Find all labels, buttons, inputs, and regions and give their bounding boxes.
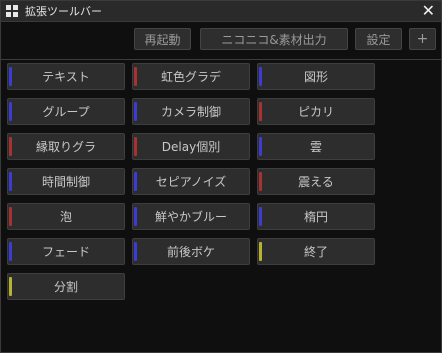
effect-button[interactable]: ピカリ (257, 98, 375, 125)
effect-button-label: 震える (298, 175, 334, 189)
color-indicator (9, 207, 12, 226)
color-indicator (9, 242, 12, 261)
effect-button-label: カメラ制御 (160, 105, 221, 119)
color-indicator (259, 207, 262, 226)
effect-button[interactable]: Delay個別 (132, 133, 250, 160)
add-button[interactable]: + (409, 28, 436, 50)
effect-button-label: 終了 (303, 245, 328, 259)
effect-button[interactable]: 終了 (257, 238, 375, 265)
restart-button[interactable]: 再起動 (134, 28, 191, 50)
effect-button-label: 楕円 (303, 210, 328, 224)
color-indicator (259, 172, 262, 191)
effect-button-label: テキスト (42, 70, 90, 84)
effect-button[interactable]: 雲 (257, 133, 375, 160)
effect-button[interactable]: セピアノイズ (132, 168, 250, 195)
effect-button[interactable]: カメラ制御 (132, 98, 250, 125)
effect-button-label: ピカリ (297, 105, 334, 119)
color-indicator (134, 242, 137, 261)
close-icon[interactable]: ✕ (422, 2, 435, 20)
effect-button-label: 分割 (53, 280, 78, 294)
effect-button-label: 前後ボケ (166, 245, 215, 259)
effect-button-label: 雲 (309, 140, 322, 154)
color-indicator (259, 102, 262, 121)
effect-button-label: 鮮やかブルー (154, 210, 227, 224)
color-indicator (134, 172, 137, 191)
effect-button[interactable]: 分割 (7, 273, 125, 300)
effect-button-label: グループ (42, 105, 90, 119)
color-indicator (9, 137, 12, 156)
effect-button-label: セピアノイズ (155, 175, 227, 189)
title-bar[interactable]: 拡張ツールバー ✕ (1, 1, 441, 22)
effect-button[interactable]: 泡 (7, 203, 125, 230)
color-indicator (134, 207, 137, 226)
effect-button[interactable]: 震える (257, 168, 375, 195)
effect-button-label: 時間制御 (41, 175, 90, 189)
settings-button[interactable]: 設定 (355, 28, 402, 50)
effect-button[interactable]: 楕円 (257, 203, 375, 230)
color-indicator (259, 242, 262, 261)
app-grid-icon (6, 5, 18, 17)
effect-button-label: 図形 (303, 70, 328, 84)
effect-button-label: Delay個別 (161, 140, 221, 154)
effect-button[interactable]: 図形 (257, 63, 375, 90)
effect-button-label: 縁取りグラ (35, 140, 96, 154)
color-indicator (134, 137, 137, 156)
niconico-export-button[interactable]: ニコニコ&素材出力 (200, 28, 348, 50)
color-indicator (134, 102, 137, 121)
effect-button[interactable]: 前後ボケ (132, 238, 250, 265)
effect-button[interactable]: 鮮やかブルー (132, 203, 250, 230)
effect-button[interactable]: グループ (7, 98, 125, 125)
color-indicator (9, 172, 12, 191)
effect-button[interactable]: 縁取りグラ (7, 133, 125, 160)
color-indicator (259, 137, 262, 156)
color-indicator (9, 277, 12, 296)
color-indicator (9, 67, 12, 86)
effect-button-label: 虹色グラデ (160, 70, 221, 84)
effect-button-label: 泡 (59, 210, 72, 224)
window-title: 拡張ツールバー (25, 5, 102, 18)
effect-button[interactable]: 虹色グラデ (132, 63, 250, 90)
color-indicator (259, 67, 262, 86)
effect-button[interactable]: フェード (7, 238, 125, 265)
effect-button-label: フェード (41, 245, 90, 259)
color-indicator (9, 102, 12, 121)
toolbar-window: 拡張ツールバー ✕ 再起動 ニコニコ&素材出力 設定 + テキスト 虹色グラデ 図形… (0, 0, 442, 353)
effect-button[interactable]: 時間制御 (7, 168, 125, 195)
top-toolbar: 再起動 ニコニコ&素材出力 設定 + (1, 22, 441, 60)
effect-button[interactable]: テキスト (7, 63, 125, 90)
color-indicator (134, 67, 137, 86)
